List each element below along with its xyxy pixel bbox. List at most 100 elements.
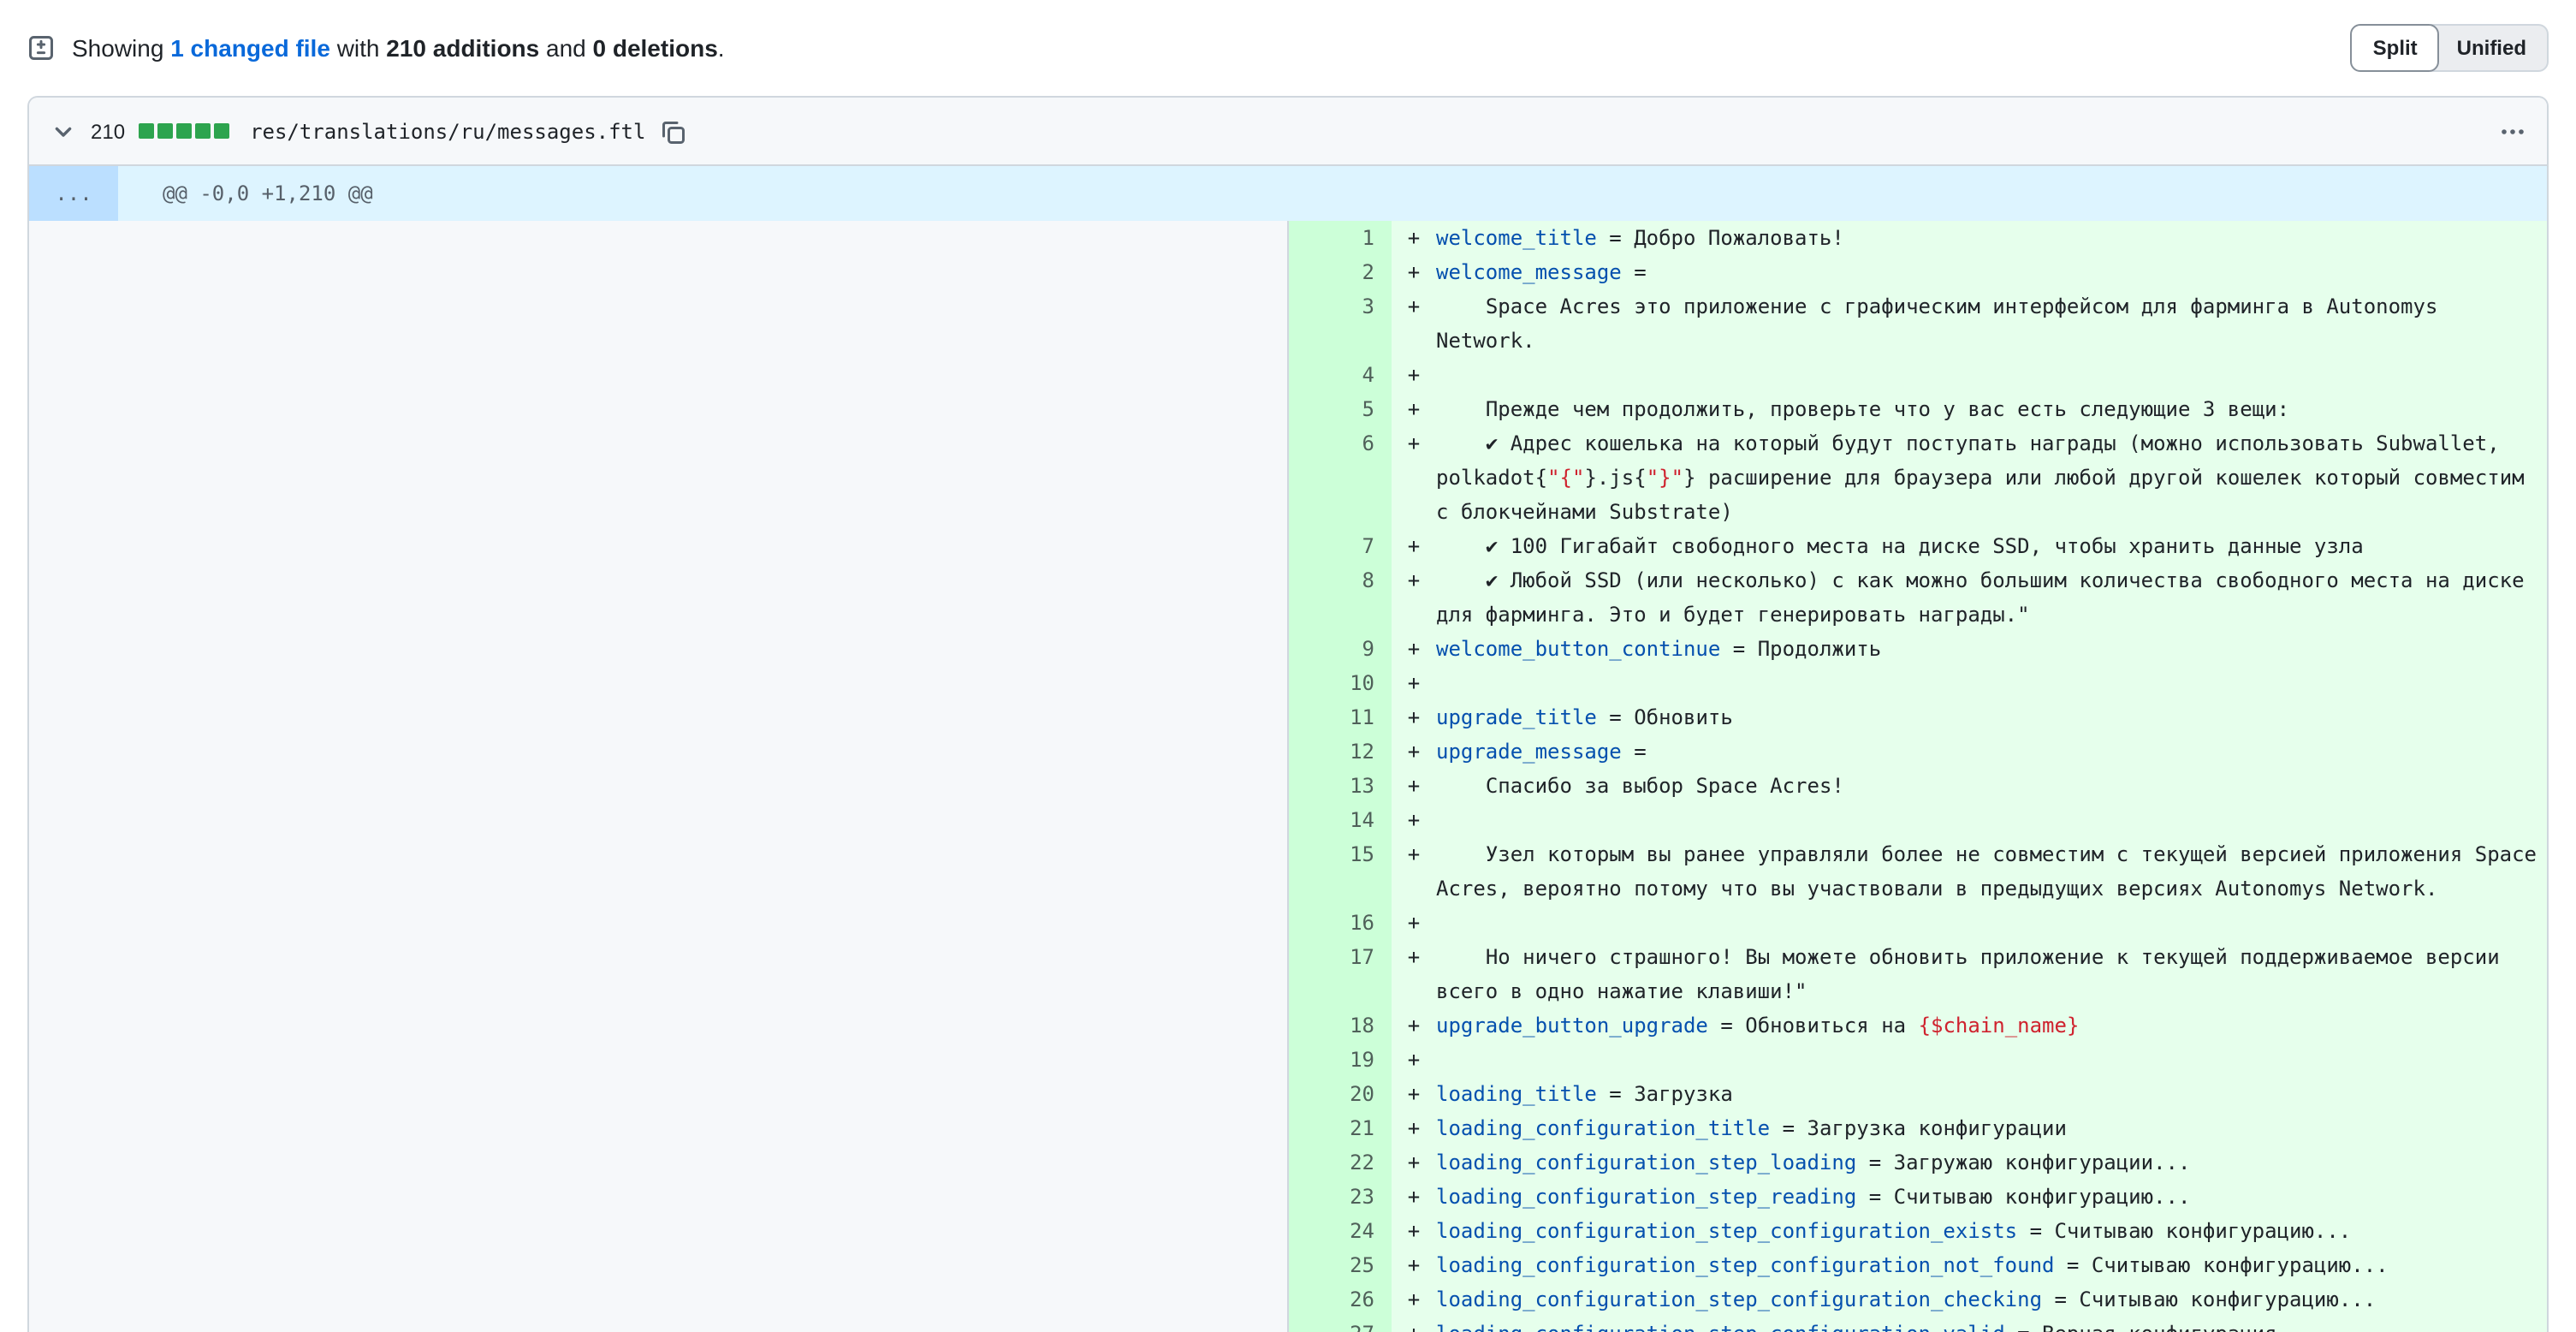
file-diff-icon[interactable] — [27, 34, 55, 62]
code-line-content: ✔ Любой SSD (или несколько) с как можно … — [1436, 563, 2547, 632]
code-line-content: loading_configuration_step_configuration… — [1436, 1214, 2547, 1248]
split-diff: 1+welcome_title = Добро Пожаловать!2+wel… — [29, 221, 2547, 1332]
addition-marker: + — [1392, 632, 1436, 666]
code-line-content — [1436, 666, 2547, 700]
code-line-content: ✔ Адрес кошелька на который будут поступ… — [1436, 426, 2547, 529]
line-number[interactable]: 1 — [1289, 221, 1392, 255]
summary-and: and — [546, 34, 586, 62]
diff-line: 9+welcome_button_continue = Продолжить — [1289, 632, 2547, 666]
diff-line: 16+ — [1289, 906, 2547, 940]
code-line-content — [1436, 906, 2547, 940]
diff-summary-text: Showing 1 changed file with 210 addition… — [72, 34, 725, 62]
diff-line: 19+ — [1289, 1043, 2547, 1077]
line-number[interactable]: 14 — [1289, 803, 1392, 837]
diff-line: 20+loading_title = Загрузка — [1289, 1077, 2547, 1111]
code-line-content: loading_configuration_step_configuration… — [1436, 1317, 2547, 1332]
summary-deletions: 0 deletions — [593, 34, 718, 62]
line-number[interactable]: 10 — [1289, 666, 1392, 700]
code-line-content: welcome_button_continue = Продолжить — [1436, 632, 2547, 666]
addition-marker: + — [1392, 1077, 1436, 1111]
diffstat-addition-block — [176, 123, 192, 139]
line-number[interactable]: 24 — [1289, 1214, 1392, 1248]
line-number[interactable]: 3 — [1289, 289, 1392, 358]
line-number[interactable]: 2 — [1289, 255, 1392, 289]
addition-marker: + — [1392, 392, 1436, 426]
line-number[interactable]: 7 — [1289, 529, 1392, 563]
code-line-content: loading_title = Загрузка — [1436, 1077, 2547, 1111]
code-line-content: upgrade_message = — [1436, 734, 2547, 769]
code-line-content: loading_configuration_title = Загрузка к… — [1436, 1111, 2547, 1145]
line-number[interactable]: 16 — [1289, 906, 1392, 940]
line-number[interactable]: 4 — [1289, 358, 1392, 392]
diff-line: 15+ Узел которым вы ранее управляли боле… — [1289, 837, 2547, 906]
line-number[interactable]: 23 — [1289, 1180, 1392, 1214]
line-number[interactable]: 15 — [1289, 837, 1392, 906]
line-number[interactable]: 21 — [1289, 1111, 1392, 1145]
line-number[interactable]: 5 — [1289, 392, 1392, 426]
expand-hunk-button[interactable]: ... — [29, 166, 118, 221]
addition-marker: + — [1392, 700, 1436, 734]
line-number[interactable]: 6 — [1289, 426, 1392, 529]
diff-line: 22+loading_configuration_step_loading = … — [1289, 1145, 2547, 1180]
file-options-kebab-icon[interactable] — [2499, 117, 2526, 145]
line-number[interactable]: 19 — [1289, 1043, 1392, 1077]
line-number[interactable]: 18 — [1289, 1008, 1392, 1043]
line-number[interactable]: 12 — [1289, 734, 1392, 769]
diff-line: 3+ Space Acres это приложение с графичес… — [1289, 289, 2547, 358]
addition-marker: + — [1392, 1214, 1436, 1248]
addition-marker: + — [1392, 1111, 1436, 1145]
line-number[interactable]: 20 — [1289, 1077, 1392, 1111]
code-line-content: upgrade_button_upgrade = Обновиться на {… — [1436, 1008, 2547, 1043]
addition-marker: + — [1392, 837, 1436, 906]
addition-marker: + — [1392, 1043, 1436, 1077]
file-name: res/translations/ru/messages.ftl — [250, 119, 645, 143]
changed-files-link[interactable]: 1 changed file — [170, 34, 330, 62]
diff-summary-bar: Showing 1 changed file with 210 addition… — [0, 0, 2576, 96]
diff-line: 7+ ✔ 100 Гигабайт свободного места на ди… — [1289, 529, 2547, 563]
line-number[interactable]: 25 — [1289, 1248, 1392, 1282]
addition-marker: + — [1392, 563, 1436, 632]
summary-additions: 210 additions — [386, 34, 539, 62]
diff-line: 5+ Прежде чем продолжить, проверьте что … — [1289, 392, 2547, 426]
diff-line: 2+welcome_message = — [1289, 255, 2547, 289]
code-line-content: Но ничего страшного! Вы можете обновить … — [1436, 940, 2547, 1008]
diff-line: 24+loading_configuration_step_configurat… — [1289, 1214, 2547, 1248]
line-number[interactable]: 13 — [1289, 769, 1392, 803]
addition-marker: + — [1392, 666, 1436, 700]
line-number[interactable]: 17 — [1289, 940, 1392, 1008]
line-number[interactable]: 11 — [1289, 700, 1392, 734]
copy-file-path-icon[interactable] — [659, 117, 686, 145]
code-line-content: welcome_title = Добро Пожаловать! — [1436, 221, 2547, 255]
collapse-file-chevron-down-icon[interactable] — [50, 117, 77, 145]
line-number[interactable]: 26 — [1289, 1282, 1392, 1317]
diffstat-addition-block — [195, 123, 211, 139]
line-number[interactable]: 9 — [1289, 632, 1392, 666]
addition-marker: + — [1392, 1145, 1436, 1180]
addition-marker: + — [1392, 1317, 1436, 1332]
addition-marker: + — [1392, 1180, 1436, 1214]
diff-line: 27+loading_configuration_step_configurat… — [1289, 1317, 2547, 1332]
addition-marker: + — [1392, 1248, 1436, 1282]
line-number[interactable]: 22 — [1289, 1145, 1392, 1180]
code-line-content — [1436, 1043, 2547, 1077]
code-line-content: Прежде чем продолжить, проверьте что у в… — [1436, 392, 2547, 426]
diff-view-toggle: Split Unified — [2351, 24, 2549, 72]
diff-line: 12+upgrade_message = — [1289, 734, 2547, 769]
file-additions-count: 210 — [91, 119, 125, 143]
diff-line: 1+welcome_title = Добро Пожаловать! — [1289, 221, 2547, 255]
addition-marker: + — [1392, 358, 1436, 392]
diff-line: 17+ Но ничего страшного! Вы можете обнов… — [1289, 940, 2547, 1008]
addition-marker: + — [1392, 906, 1436, 940]
code-line-content — [1436, 803, 2547, 837]
code-line-content: loading_configuration_step_configuration… — [1436, 1282, 2547, 1317]
addition-marker: + — [1392, 1282, 1436, 1317]
summary-period: . — [718, 34, 725, 62]
diff-line: 26+loading_configuration_step_configurat… — [1289, 1282, 2547, 1317]
split-view-button[interactable]: Split — [2351, 24, 2440, 72]
line-number[interactable]: 27 — [1289, 1317, 1392, 1332]
addition-marker: + — [1392, 734, 1436, 769]
hunk-header-text: @@ -0,0 +1,210 @@ — [118, 166, 373, 221]
unified-view-button[interactable]: Unified — [2431, 24, 2549, 72]
code-line-content: welcome_message = — [1436, 255, 2547, 289]
line-number[interactable]: 8 — [1289, 563, 1392, 632]
